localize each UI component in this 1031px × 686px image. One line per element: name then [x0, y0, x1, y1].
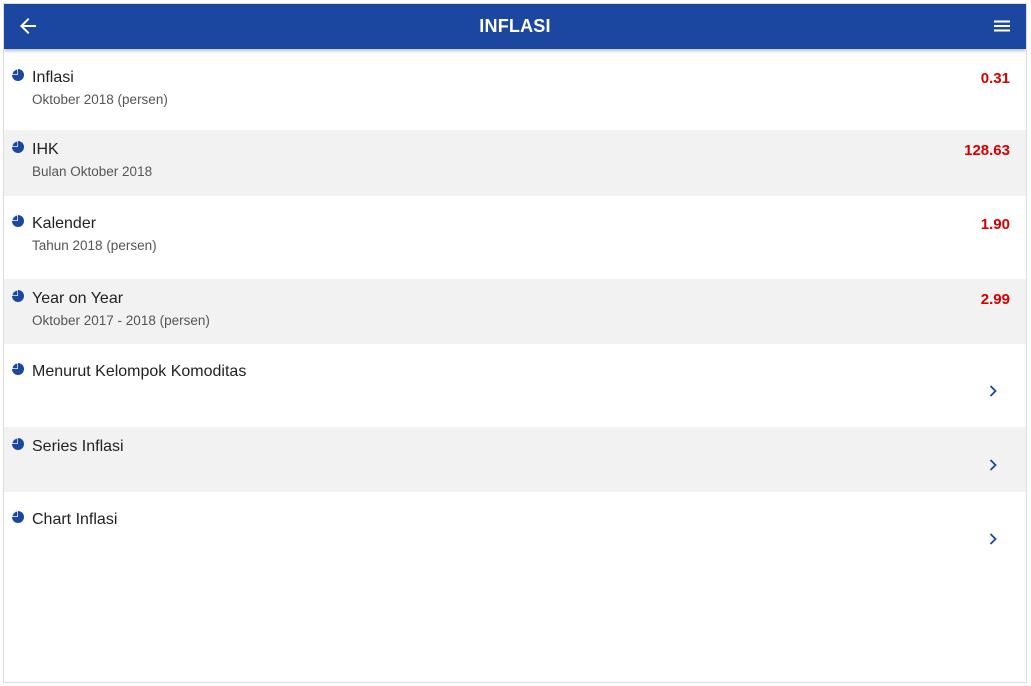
item-value: 1.90	[980, 216, 1010, 233]
chevron-right-icon[interactable]	[986, 384, 1000, 398]
item-title: Year on Year	[32, 290, 124, 307]
list-item-series-inflasi[interactable]: Series Inflasi	[4, 427, 1026, 492]
pie-chart-icon	[12, 141, 24, 153]
list-item-chart-inflasi[interactable]: Chart Inflasi	[4, 492, 1026, 575]
item-title: Inflasi	[32, 69, 74, 86]
list-item-inflasi[interactable]: Inflasi Oktober 2018 (persen) 0.31	[4, 49, 1026, 130]
list-item-ihk[interactable]: IHK Bulan Oktober 2018 128.63	[4, 130, 1026, 196]
item-subtitle: Oktober 2017 - 2018 (persen)	[32, 313, 210, 328]
menu-button[interactable]	[990, 14, 1014, 38]
back-button[interactable]	[16, 14, 40, 38]
pie-chart-icon	[12, 363, 24, 375]
app-bar: INFLASI	[4, 4, 1026, 49]
chevron-right-icon[interactable]	[986, 532, 1000, 546]
indicator-list: Inflasi Oktober 2018 (persen) 0.31 IHK B…	[4, 49, 1026, 575]
item-title: Chart Inflasi	[32, 511, 118, 528]
item-value: 2.99	[980, 291, 1010, 308]
list-item-menurut-kelompok-komoditas[interactable]: Menurut Kelompok Komoditas	[4, 344, 1026, 427]
item-title: Series Inflasi	[32, 438, 124, 455]
pie-chart-icon	[12, 511, 24, 523]
item-value: 128.63	[964, 142, 1010, 159]
item-title: Menurut Kelompok Komoditas	[32, 363, 247, 380]
item-subtitle: Tahun 2018 (persen)	[32, 238, 157, 253]
item-subtitle: Oktober 2018 (persen)	[32, 92, 168, 107]
page-title: INFLASI	[479, 16, 551, 36]
pie-chart-icon	[12, 215, 24, 227]
app-window: INFLASI Inflasi Oktober 2018 (persen) 0.…	[3, 3, 1027, 683]
list-item-year-on-year[interactable]: Year on Year Oktober 2017 - 2018 (persen…	[4, 279, 1026, 344]
item-subtitle: Bulan Oktober 2018	[32, 164, 153, 179]
pie-chart-icon	[12, 438, 24, 450]
item-title: Kalender	[32, 215, 97, 232]
pie-chart-icon	[12, 290, 24, 302]
item-title: IHK	[32, 141, 59, 158]
arrow-left-icon	[20, 18, 36, 34]
item-value: 0.31	[980, 70, 1010, 87]
pie-chart-icon	[12, 69, 24, 81]
hamburger-menu-icon	[994, 20, 1010, 32]
list-item-kalender[interactable]: Kalender Tahun 2018 (persen) 1.90	[4, 196, 1026, 279]
chevron-right-icon[interactable]	[986, 458, 1000, 472]
